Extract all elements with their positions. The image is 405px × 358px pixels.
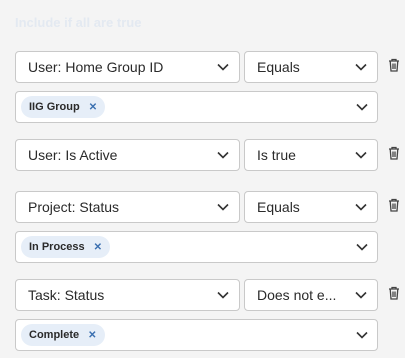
operator-select-value: Is true — [257, 147, 296, 163]
value-chip-label: IIG Group — [29, 101, 80, 113]
value-multiselect-4[interactable]: Complete ✕ — [15, 319, 378, 351]
operator-select-3[interactable]: Equals — [244, 191, 378, 223]
chevron-down-icon — [207, 203, 239, 211]
chevron-down-icon — [347, 243, 377, 251]
chevron-down-icon — [345, 203, 377, 211]
value-chip-label: Complete — [29, 329, 80, 341]
operator-select-value: Equals — [257, 59, 300, 75]
field-select-value: User: Home Group ID — [28, 59, 164, 75]
chevron-down-icon — [207, 291, 239, 299]
field-select-value: User: Is Active — [28, 147, 118, 163]
operator-select-value: Equals — [257, 199, 300, 215]
chevron-down-icon — [347, 331, 377, 339]
value-chip: In Process ✕ — [21, 236, 111, 258]
chevron-down-icon — [207, 151, 239, 159]
field-select-1[interactable]: User: Home Group ID — [15, 51, 240, 83]
trash-icon[interactable] — [387, 57, 401, 73]
chevron-down-icon — [347, 103, 377, 111]
operator-select-1[interactable]: Equals — [244, 51, 378, 83]
value-multiselect-1[interactable]: IIG Group ✕ — [15, 91, 378, 123]
operator-select-4[interactable]: Does not e... — [244, 279, 378, 311]
close-icon[interactable]: ✕ — [94, 242, 102, 253]
field-select-value: Task: Status — [28, 287, 105, 303]
field-select-value: Project: Status — [28, 199, 120, 215]
close-icon[interactable]: ✕ — [88, 330, 96, 341]
chevron-down-icon — [345, 63, 377, 71]
trash-icon[interactable] — [387, 285, 401, 301]
value-chip-label: In Process — [29, 241, 85, 253]
value-chip: IIG Group ✕ — [21, 96, 106, 118]
condition-group-header: Include if all are true — [15, 15, 142, 30]
field-select-2[interactable]: User: Is Active — [15, 139, 240, 171]
value-multiselect-3[interactable]: In Process ✕ — [15, 231, 378, 263]
close-icon[interactable]: ✕ — [89, 102, 97, 113]
operator-select-value: Does not e... — [257, 287, 337, 303]
trash-icon[interactable] — [387, 145, 401, 161]
chevron-down-icon — [207, 63, 239, 71]
chevron-down-icon — [345, 151, 377, 159]
field-select-3[interactable]: Project: Status — [15, 191, 240, 223]
field-select-4[interactable]: Task: Status — [15, 279, 240, 311]
condition-group-panel: Include if all are true User: Home Group… — [0, 0, 405, 358]
operator-select-2[interactable]: Is true — [244, 139, 378, 171]
value-chip: Complete ✕ — [21, 324, 105, 346]
trash-icon[interactable] — [387, 197, 401, 213]
chevron-down-icon — [345, 291, 377, 299]
